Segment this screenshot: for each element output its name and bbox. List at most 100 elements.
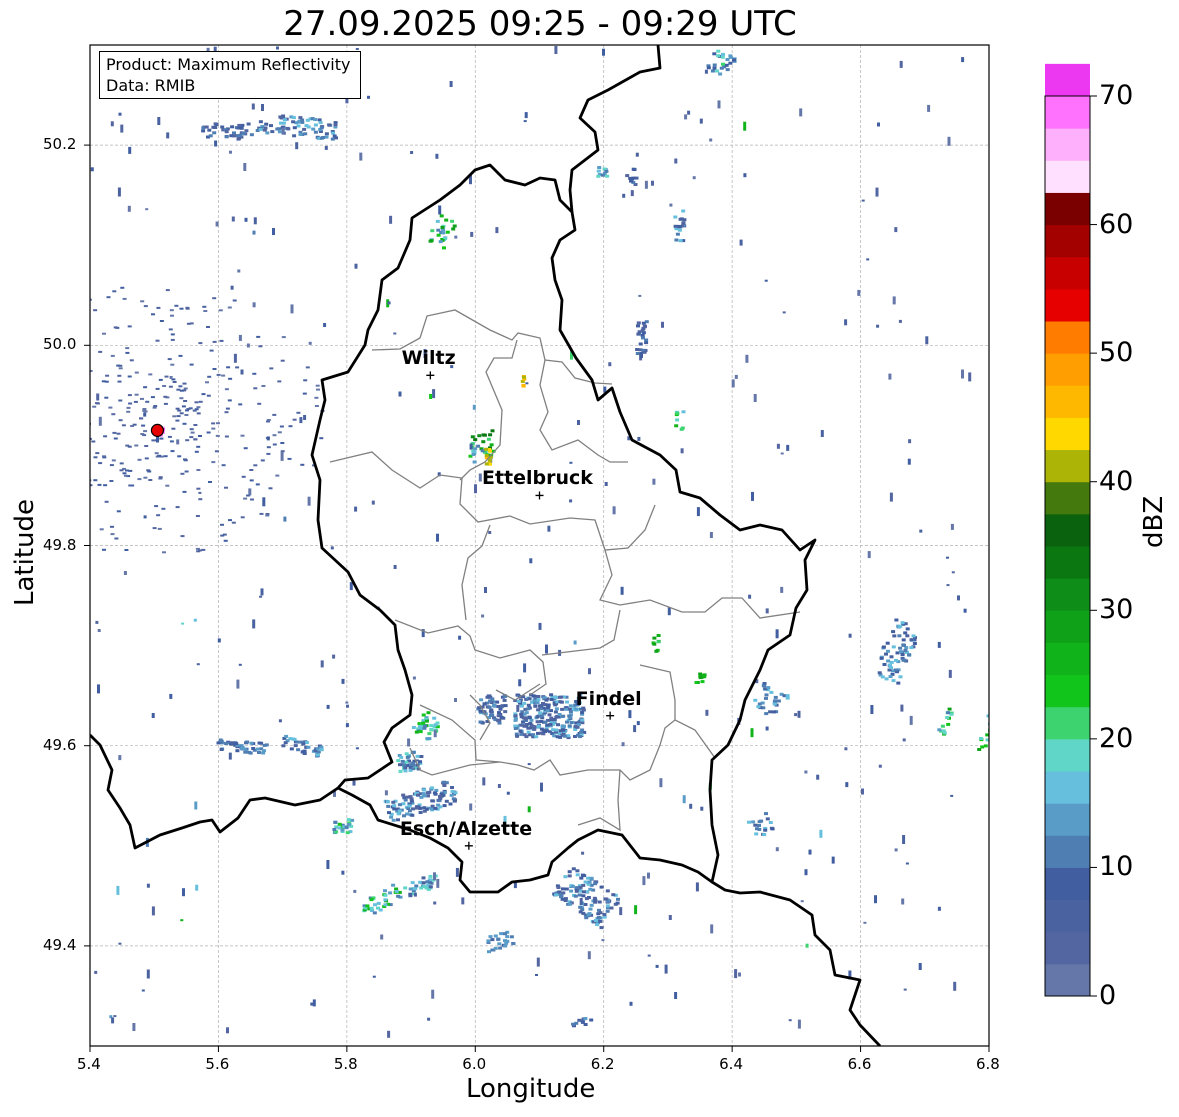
echo-pixel [166, 132, 170, 139]
echo-pixel [486, 694, 491, 698]
echo-pixel [785, 694, 790, 698]
echo-pixel [597, 166, 602, 169]
echo-pixel [179, 412, 184, 415]
echo-pixel [937, 641, 941, 648]
echo-pixel [257, 402, 262, 405]
echo-pixel [228, 377, 233, 380]
echo-pixel [432, 716, 437, 720]
echo-pixel [275, 474, 280, 477]
echo-pixel [170, 363, 175, 366]
echo-pixel [162, 551, 166, 554]
echo-pixel [765, 817, 770, 821]
echo-pixel [754, 832, 759, 836]
echo-pixel [137, 478, 142, 481]
echo-pixel [230, 285, 234, 290]
echo-pixel [615, 901, 620, 905]
echo-pixel [764, 696, 768, 700]
echo-pixel [428, 885, 433, 889]
echo-pixel [156, 306, 161, 309]
echo-pixel [644, 341, 649, 345]
echo-pixel [162, 385, 167, 387]
echo-pixel [258, 120, 263, 124]
echo-pixel [270, 130, 275, 134]
echo-pixel [355, 48, 359, 50]
echo-pixel [421, 881, 426, 885]
colorbar-segment [1045, 963, 1090, 997]
echo-pixel [450, 219, 455, 223]
echo-pixel [165, 289, 170, 292]
echo-pixel [677, 224, 682, 228]
echo-pixel [909, 638, 914, 642]
echo-pixel [124, 549, 129, 551]
echo-pixel [762, 833, 767, 837]
echo-pixel [472, 404, 476, 410]
echo-pixel [61, 309, 65, 311]
echo-pixel [545, 644, 548, 654]
colorbar-segment [1045, 449, 1090, 483]
echo-pixel [555, 735, 560, 739]
colorbar-segment [1045, 642, 1090, 676]
echo-pixel [444, 218, 449, 222]
echo-pixel [93, 456, 98, 459]
echo-pixel [664, 964, 668, 974]
echo-pixel [432, 389, 436, 399]
echo-pixel [345, 831, 350, 835]
echo-pixel [951, 571, 955, 574]
echo-pixel [745, 354, 749, 363]
echo-pixel [44, 399, 48, 401]
echo-pixel [185, 439, 190, 442]
echo-pixel [315, 384, 320, 387]
echo-pixel [629, 179, 633, 183]
echo-pixel [116, 885, 120, 895]
echo-pixel [182, 382, 187, 385]
echo-pixel [196, 412, 201, 415]
echo-pixel [214, 123, 219, 126]
echo-pixel [344, 825, 349, 829]
echo-pixel [121, 424, 126, 427]
echo-pixel [301, 742, 306, 746]
echo-pixel [206, 394, 211, 397]
echo-pixel [96, 393, 100, 401]
echo-pixel [771, 710, 776, 714]
echo-pixel [564, 707, 569, 711]
echo-pixel [634, 905, 638, 915]
echo-pixel [207, 128, 212, 132]
echo-pixel [513, 714, 518, 718]
echo-pixel [734, 374, 738, 379]
echo-pixel [212, 368, 217, 370]
echo-pixel [384, 790, 388, 796]
echo-pixel [900, 621, 905, 625]
echo-pixel [212, 131, 217, 135]
echo-pixel [580, 873, 585, 877]
echo-pixel [516, 704, 520, 712]
echo-pixel [536, 695, 541, 698]
echo-pixel [980, 745, 985, 749]
echo-pixel [412, 676, 416, 680]
echo-pixel [84, 497, 88, 499]
echo-pixel [716, 49, 721, 53]
echo-pixel [484, 454, 489, 457]
echo-pixel [57, 487, 61, 489]
echo-pixel [385, 800, 390, 804]
echo-pixel [588, 887, 593, 891]
echo-pixel [554, 893, 558, 897]
echo-pixel [83, 402, 87, 404]
place-label: Wiltz [401, 347, 456, 370]
echo-pixel [234, 742, 239, 746]
echo-pixel [279, 121, 283, 125]
echo-pixel [280, 359, 285, 362]
echo-pixel [705, 709, 709, 716]
echo-pixel [482, 702, 487, 706]
echo-pixel [346, 818, 351, 822]
echo-pixel [681, 209, 686, 213]
echo-pixel [211, 422, 216, 425]
echo-pixel [232, 131, 236, 135]
echo-pixel [675, 232, 680, 236]
colorbar-segment [1045, 160, 1090, 193]
echo-pixel [7, 366, 11, 368]
echo-pixel [640, 352, 643, 358]
echo-pixel [137, 458, 142, 461]
echo-pixel [430, 786, 435, 790]
echo-pixel [319, 748, 324, 752]
echo-pixel [170, 333, 175, 336]
